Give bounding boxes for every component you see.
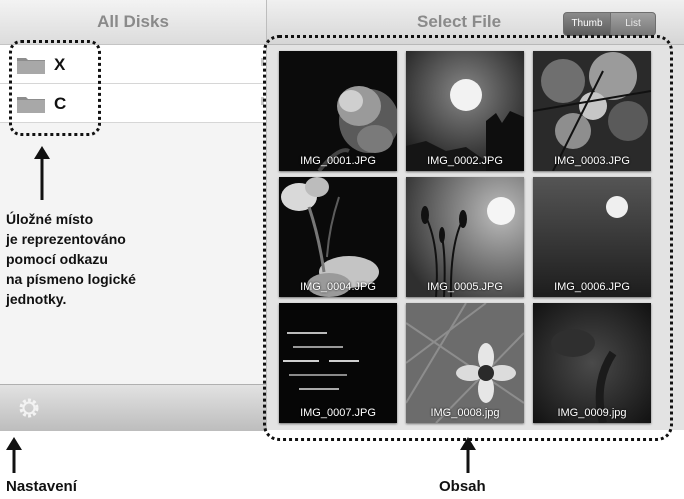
arrow-up-icon [34,146,50,200]
thumb-view-button[interactable]: Thumb [563,12,611,36]
sidebar-title: All Disks [97,12,169,31]
disks-highlight-frame [9,40,101,136]
annotation-line: je reprezentováno [6,231,126,247]
content-highlight-frame [263,35,673,441]
storage-annotation: Úložné místo je reprezentováno pomocí od… [6,209,206,309]
content-annotation: Obsah [439,478,486,495]
annotation-line: jednotky. [6,291,67,307]
list-view-button[interactable]: List [610,12,656,36]
arrow-up-icon [6,437,22,473]
settings-annotation: Nastavení [6,478,77,495]
sidebar-footer [0,384,266,431]
annotation-line: pomocí odkazu [6,251,108,267]
arrow-up-icon [460,437,476,473]
annotation-line: na písmeno logické [6,271,136,287]
sidebar-header: All Disks [0,0,266,45]
gear-icon[interactable] [18,397,40,419]
annotation-line: Úložné místo [6,211,94,227]
